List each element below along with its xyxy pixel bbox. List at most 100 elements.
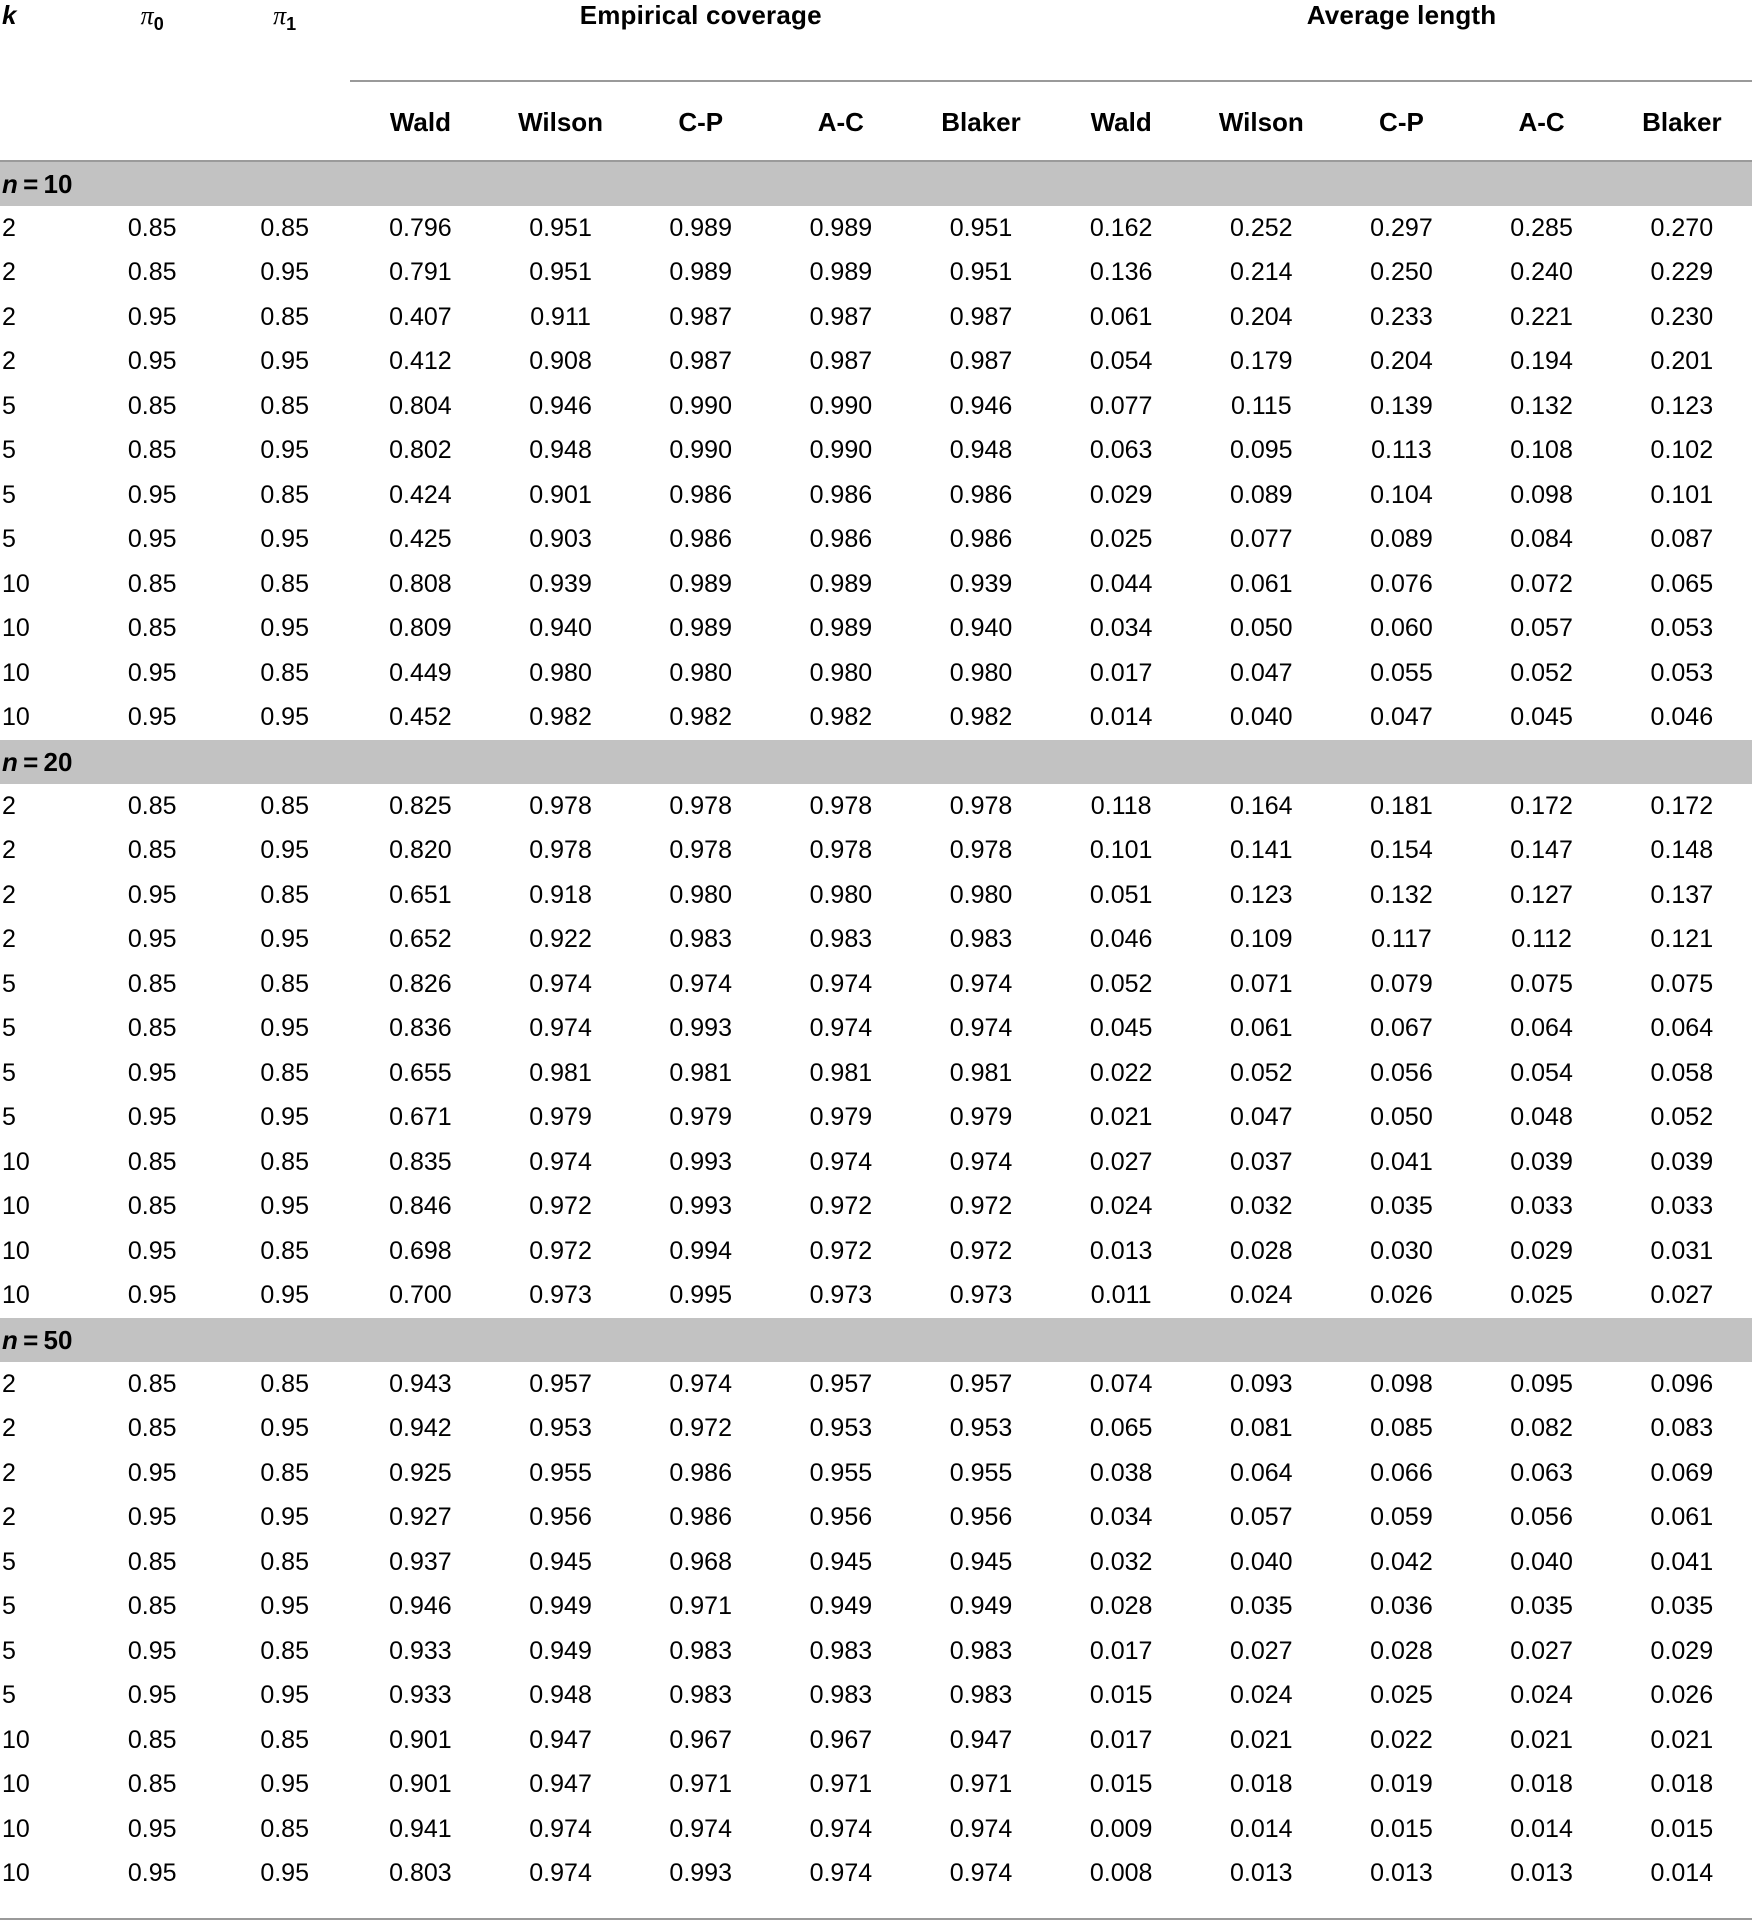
cell-length-wilson: 0.024 bbox=[1230, 1681, 1293, 1710]
cell-length-ac: 0.018 bbox=[1510, 1770, 1573, 1799]
cell-coverage-ac: 0.980 bbox=[809, 658, 873, 687]
cell-length-blaker: 0.015 bbox=[1650, 1814, 1714, 1843]
section-label-n: n bbox=[2, 746, 18, 777]
cell-length-blaker: 0.230 bbox=[1650, 302, 1714, 331]
table-row: 2 0.85 0.85 0.943 0.957 0.974 0.957 0.957 0.074 0… bbox=[0, 1362, 1752, 1407]
cell-coverage-cp: 0.989 bbox=[669, 213, 732, 242]
cell-coverage-cp: 0.983 bbox=[669, 925, 732, 954]
cell-coverage-ac: 0.974 bbox=[809, 1814, 873, 1843]
cell-length-wald: 0.017 bbox=[1089, 1725, 1153, 1754]
cell-coverage-wilson: 0.957 bbox=[529, 1369, 592, 1398]
column-header-pi0: π0 bbox=[85, 0, 219, 146]
cell-length-cp: 0.089 bbox=[1370, 525, 1433, 554]
cell-coverage-wald: 0.700 bbox=[389, 1281, 452, 1310]
cell-pi1: 0.85 bbox=[260, 1725, 309, 1754]
cell-coverage-blaker: 0.953 bbox=[949, 1414, 1013, 1443]
cell-length-blaker: 0.052 bbox=[1650, 1103, 1714, 1132]
cell-length-wald: 0.044 bbox=[1089, 569, 1153, 598]
cell-length-wilson: 0.123 bbox=[1230, 880, 1293, 909]
table-row: 5 0.85 0.85 0.937 0.945 0.968 0.945 0.945 0.032 0… bbox=[0, 1540, 1752, 1585]
cell-length-ac: 0.013 bbox=[1510, 1859, 1573, 1888]
section-banner-row: n = 20 bbox=[0, 740, 1752, 784]
cell-coverage-blaker: 0.974 bbox=[949, 1147, 1013, 1176]
cell-pi0: 0.95 bbox=[127, 302, 177, 331]
table-row: 10 0.85 0.95 0.809 0.940 0.989 0.989 0.940 0.034… bbox=[0, 607, 1752, 652]
cell-coverage-wald: 0.803 bbox=[389, 1859, 452, 1888]
cell-coverage-cp: 0.993 bbox=[669, 1859, 732, 1888]
cell-length-blaker: 0.046 bbox=[1650, 703, 1714, 732]
cell-length-blaker: 0.033 bbox=[1650, 1192, 1714, 1221]
cell-length-ac: 0.221 bbox=[1510, 302, 1573, 331]
cell-coverage-blaker: 0.981 bbox=[949, 1058, 1013, 1087]
cell-k: 5 bbox=[2, 480, 16, 509]
cell-coverage-cp: 0.987 bbox=[669, 302, 732, 331]
cell-coverage-ac: 0.973 bbox=[809, 1281, 873, 1310]
column-header-coverage-cp: C-P bbox=[678, 107, 724, 137]
cell-length-wilson: 0.050 bbox=[1230, 614, 1293, 643]
cell-coverage-wilson: 0.972 bbox=[529, 1192, 592, 1221]
cell-length-cp: 0.056 bbox=[1370, 1058, 1433, 1087]
cell-pi1: 0.85 bbox=[260, 391, 309, 420]
cell-coverage-ac: 0.955 bbox=[809, 1458, 873, 1487]
cell-length-wilson: 0.057 bbox=[1230, 1503, 1293, 1532]
cell-coverage-cp: 0.987 bbox=[669, 347, 732, 376]
cell-length-wald: 0.054 bbox=[1089, 347, 1153, 376]
cell-coverage-blaker: 0.945 bbox=[949, 1547, 1013, 1576]
column-header-pi1: π1 bbox=[219, 0, 350, 146]
cell-k: 2 bbox=[2, 1414, 16, 1443]
cell-coverage-ac: 0.983 bbox=[809, 1681, 873, 1710]
cell-coverage-wilson: 0.949 bbox=[529, 1592, 592, 1621]
cell-coverage-ac: 0.980 bbox=[809, 880, 873, 909]
cell-length-blaker: 0.058 bbox=[1650, 1058, 1714, 1087]
cell-coverage-blaker: 0.955 bbox=[949, 1458, 1013, 1487]
cell-length-ac: 0.024 bbox=[1510, 1681, 1573, 1710]
cell-coverage-wald: 0.937 bbox=[389, 1547, 452, 1576]
cell-coverage-wald: 0.946 bbox=[389, 1592, 452, 1621]
cell-coverage-blaker: 0.947 bbox=[949, 1725, 1013, 1754]
cell-coverage-cp: 0.990 bbox=[669, 436, 732, 465]
cell-pi0: 0.95 bbox=[127, 703, 177, 732]
cell-length-ac: 0.075 bbox=[1510, 969, 1573, 998]
cell-length-cp: 0.076 bbox=[1370, 569, 1433, 598]
cell-coverage-cp: 0.989 bbox=[669, 614, 732, 643]
cell-pi1: 0.85 bbox=[260, 1369, 309, 1398]
header-bottom-rule bbox=[0, 146, 1752, 162]
pi1-symbol: π bbox=[273, 1, 287, 30]
cell-length-ac: 0.027 bbox=[1510, 1636, 1573, 1665]
cell-coverage-blaker: 0.972 bbox=[949, 1236, 1013, 1265]
cell-k: 5 bbox=[2, 1547, 16, 1576]
cell-length-cp: 0.013 bbox=[1370, 1859, 1433, 1888]
cell-length-wilson: 0.024 bbox=[1230, 1281, 1293, 1310]
cell-pi1: 0.85 bbox=[260, 658, 309, 687]
cell-coverage-blaker: 0.974 bbox=[949, 969, 1013, 998]
cell-length-cp: 0.030 bbox=[1370, 1236, 1433, 1265]
cell-coverage-cp: 0.978 bbox=[669, 791, 732, 820]
cell-coverage-wilson: 0.980 bbox=[529, 658, 592, 687]
cell-length-ac: 0.095 bbox=[1510, 1369, 1573, 1398]
cell-coverage-cp: 0.995 bbox=[669, 1281, 732, 1310]
cell-coverage-wald: 0.825 bbox=[389, 791, 452, 820]
cell-pi1: 0.95 bbox=[260, 1681, 309, 1710]
cell-pi1: 0.95 bbox=[260, 1414, 309, 1443]
cell-length-wald: 0.015 bbox=[1089, 1770, 1153, 1799]
cell-coverage-wald: 0.407 bbox=[389, 302, 452, 331]
cell-coverage-wilson: 0.978 bbox=[529, 836, 592, 865]
cell-pi1: 0.85 bbox=[260, 569, 309, 598]
cell-length-cp: 0.297 bbox=[1370, 213, 1433, 242]
group-header-empirical-coverage: Empirical coverage bbox=[579, 0, 822, 30]
cell-pi1: 0.95 bbox=[260, 836, 309, 865]
cell-coverage-ac: 0.989 bbox=[809, 614, 873, 643]
cell-coverage-cp: 0.971 bbox=[669, 1770, 732, 1799]
section-label-value: 20 bbox=[43, 746, 73, 777]
cell-length-wilson: 0.028 bbox=[1230, 1236, 1293, 1265]
cell-k: 2 bbox=[2, 347, 16, 376]
cell-coverage-wilson: 0.974 bbox=[529, 1814, 592, 1843]
cell-length-wald: 0.162 bbox=[1089, 213, 1153, 242]
cell-coverage-blaker: 0.946 bbox=[949, 391, 1013, 420]
cell-pi1: 0.95 bbox=[260, 1859, 309, 1888]
cell-k: 2 bbox=[2, 791, 16, 820]
cell-length-blaker: 0.096 bbox=[1650, 1369, 1714, 1398]
cell-length-blaker: 0.229 bbox=[1650, 258, 1714, 287]
cell-coverage-wilson: 0.901 bbox=[529, 480, 592, 509]
cell-coverage-wilson: 0.951 bbox=[529, 213, 592, 242]
